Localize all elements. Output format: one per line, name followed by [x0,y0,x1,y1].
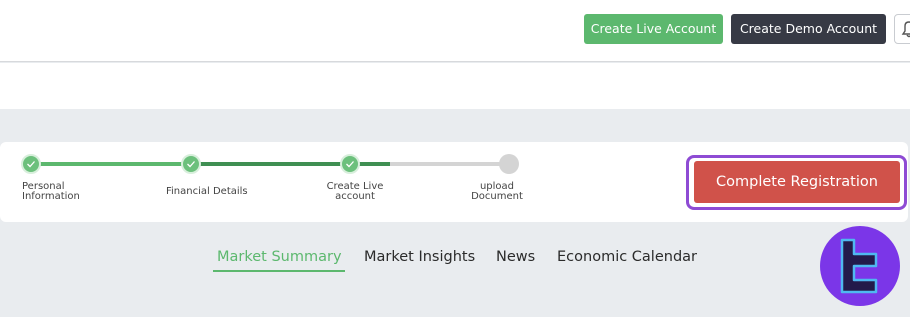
brand-logo [820,226,900,306]
complete-registration-button[interactable]: Complete Registration [694,161,900,203]
notification-button[interactable] [894,14,910,44]
progress-track-2 [191,162,350,166]
step-2-label-line1: Financial Details [166,186,248,197]
step-4-pending-dot [499,154,519,174]
tab-economic-calendar[interactable]: Economic Calendar [557,249,697,265]
step-2-check-icon [181,154,201,174]
step-1-label: Personal Information [22,182,80,202]
active-tab-underline [213,270,345,272]
tab-market-summary[interactable]: Market Summary [217,249,342,265]
step-3-label-line2: account [335,191,375,202]
step-4-label: upload Document [468,182,526,202]
progress-track-3b [390,162,509,166]
bell-icon [901,21,910,38]
step-3-check-icon [340,154,360,174]
tab-market-insights[interactable]: Market Insights [364,249,475,265]
step-1-label-line2: Information [22,191,80,202]
step-4-label-line2: Document [471,191,523,202]
progress-track-1 [31,162,191,166]
logo-mark-icon [840,238,878,294]
content-band [0,63,910,109]
create-demo-account-button[interactable]: Create Demo Account [731,14,886,44]
step-2-label: Financial Details [166,187,248,197]
top-header: Create Live Account Create Demo Account [0,0,910,62]
step-1-check-icon [21,154,41,174]
step-3-label: Create Live account [322,182,388,202]
tab-news[interactable]: News [496,249,535,265]
create-live-account-button[interactable]: Create Live Account [584,14,723,44]
